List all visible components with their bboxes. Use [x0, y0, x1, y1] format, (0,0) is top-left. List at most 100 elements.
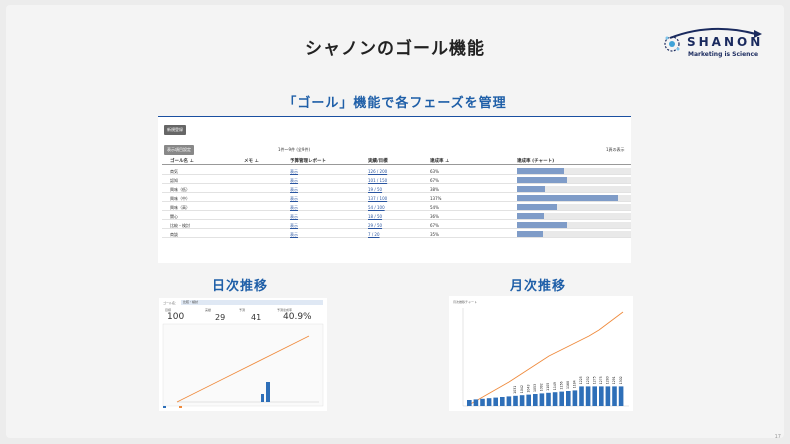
rate-cell: 67% — [430, 178, 439, 183]
monthly-bar — [480, 398, 485, 406]
actual-goal-link[interactable]: 7 / 20 — [368, 232, 380, 237]
report-link[interactable]: 表示 — [290, 232, 298, 238]
monthly-bar-label: 1092 — [540, 383, 544, 391]
rate-bar-track — [517, 168, 631, 174]
rate-bar-track — [517, 195, 631, 201]
monthly-chart: 1031 1042 1043 1053 1092 1105 1149 1156 1168 1184… — [462, 308, 629, 407]
per-page-label: 1頁の表示 — [606, 147, 625, 152]
monthly-bar-label: 1156 — [559, 381, 563, 389]
table-row: 興味（中） 表示 137 / 100 137% — [162, 194, 631, 202]
actual-goal-link[interactable]: 19 / 50 — [368, 187, 382, 192]
goal-name-cell: 興味（高） — [170, 205, 190, 210]
rate-bar-track — [517, 222, 631, 228]
monthly-bar — [559, 391, 564, 406]
table-header: ゴール名 ⊥ メモ ⊥ 予算管理レポート 実績/目標 達成率 ⊥ 達成率 (チャ… — [162, 157, 631, 165]
monthly-bar-label: 1168 — [566, 381, 570, 389]
report-link[interactable]: 表示 — [290, 169, 298, 175]
monthly-bar-label: 1149 — [553, 382, 557, 390]
monthly-bar — [467, 400, 472, 406]
column-header: 実績/目標 — [368, 159, 388, 164]
report-link[interactable]: 表示 — [290, 178, 298, 184]
monthly-bar-label: 1232 — [586, 376, 590, 384]
monthly-bar — [513, 395, 518, 406]
rate-cell: 54% — [430, 205, 439, 210]
table-row: 認知 表示 101 / 150 67% — [162, 176, 631, 184]
table-row: 比較・検討 表示 29 / 50 67% — [162, 221, 631, 229]
monthly-bar — [552, 392, 558, 406]
monthly-bar-label: 1302 — [619, 376, 623, 384]
goal-name-cell: 認知 — [170, 178, 178, 183]
monthly-bar-label: 1184 — [573, 380, 577, 388]
display-settings-button[interactable]: 表示項目設定 — [164, 145, 194, 155]
table-row: 興味（低） 表示 19 / 50 38% — [162, 185, 631, 193]
monthly-bar-label: 1043 — [526, 384, 530, 392]
monthly-bar-label: 1031 — [513, 386, 517, 394]
actual-goal-link[interactable]: 29 / 50 — [368, 223, 382, 228]
monthly-bar — [519, 395, 525, 406]
shanon-logo: SHANON Marketing is Science — [656, 24, 766, 64]
monthly-bar-label: 1291 — [612, 376, 616, 384]
daily-bar — [266, 382, 270, 402]
logo-name: SHANON — [687, 35, 764, 49]
monthly-bar — [579, 386, 584, 406]
report-link[interactable]: 表示 — [290, 187, 298, 193]
column-header[interactable]: 達成率 ⊥ — [430, 158, 449, 164]
monthly-bar — [506, 396, 512, 406]
monthly-bar-label: 1275 — [599, 376, 603, 384]
rate-bar-fill — [517, 222, 567, 228]
monthly-bar-label: 1042 — [520, 385, 524, 393]
report-link[interactable]: 表示 — [290, 214, 298, 220]
rate-bar-fill — [517, 213, 544, 219]
monthly-bar — [526, 394, 531, 406]
page-number: 17 — [774, 434, 781, 440]
monthly-bar — [592, 386, 597, 406]
rate-cell: 35% — [430, 232, 439, 237]
monthly-bar — [566, 391, 571, 406]
monthly-bar — [546, 392, 551, 406]
daily-heading: 日次推移 — [212, 279, 269, 294]
actual-goal-link[interactable]: 101 / 150 — [368, 178, 387, 183]
monthly-bar — [493, 397, 498, 406]
column-header: 達成率 (チャート) — [517, 159, 555, 164]
new-goal-button[interactable]: 新規登録 — [164, 125, 186, 135]
rate-bar-fill — [517, 177, 567, 183]
actual-goal-link[interactable]: 126 / 200 — [368, 169, 387, 174]
actual-goal-link[interactable]: 18 / 50 — [368, 214, 382, 219]
report-link[interactable]: 表示 — [290, 223, 298, 229]
rate-bar-track — [517, 186, 631, 192]
monthly-bar — [605, 386, 611, 406]
monthly-bar — [585, 386, 591, 406]
goal-name-cell: 興味（低） — [170, 187, 190, 192]
report-link[interactable]: 表示 — [290, 205, 298, 211]
column-header: 予算管理レポート — [290, 159, 326, 164]
rate-cell: 67% — [430, 223, 439, 228]
daily-trend-screenshot: ゴール名： 比較・検討 目標 実績 予測 予測達成率 100 29 41 40.… — [159, 298, 327, 411]
monthly-heading: 月次推移 — [510, 279, 567, 294]
rate-cell: 63% — [430, 169, 439, 174]
goal-name-cell: 商気 — [170, 169, 178, 174]
monthly-bar — [572, 390, 578, 406]
column-header[interactable]: ゴール名 ⊥ — [170, 158, 194, 164]
rate-bar-fill — [517, 231, 543, 237]
rate-cell: 36% — [430, 214, 439, 219]
monthly-bar — [500, 397, 505, 406]
rate-bar-track — [517, 204, 631, 210]
slide-subtitle: 「ゴール」機能で各フェーズを管理 — [283, 96, 507, 111]
rate-cell: 38% — [430, 187, 439, 192]
goal-name-cell: 比較・検討 — [170, 223, 190, 228]
rate-bar-track — [517, 177, 631, 183]
column-header[interactable]: メモ ⊥ — [244, 158, 259, 164]
actual-goal-link[interactable]: 137 / 100 — [368, 196, 387, 201]
monthly-bar-label: 1053 — [533, 384, 537, 392]
report-link[interactable]: 表示 — [290, 196, 298, 202]
rate-bar-track — [517, 213, 631, 219]
table-row: 関心 表示 18 / 50 36% — [162, 212, 631, 220]
monthly-bar-label: 1225 — [579, 376, 583, 384]
monthly-bar — [539, 393, 545, 406]
range-text: 1件～9件 (全9件) — [278, 147, 311, 152]
monthly-bar-label: 1280 — [606, 376, 610, 384]
rate-cell: 137% — [430, 196, 442, 201]
rate-bar-fill — [517, 168, 564, 174]
goal-name-cell: 関心 — [170, 214, 178, 219]
actual-goal-link[interactable]: 54 / 100 — [368, 205, 385, 210]
